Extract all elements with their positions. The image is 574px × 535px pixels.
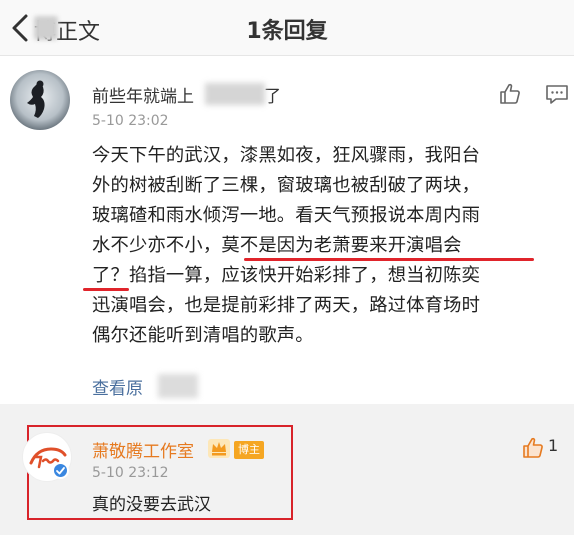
post-body: 今天下午的武汉，漆黑如夜，狂风骤雨，我阳台 外的树被刮断了三棵，窗玻璃也被刮破了… [92,141,562,351]
redaction-blur [158,374,198,398]
post-line: 迅演唱会，也是提前彩排了两天，路过体育场时 [92,295,481,316]
post-timestamp: 5-10 23:02 [92,113,169,129]
post-line: 水不少亦不小，莫不是因为老萧要来开演唱会 [92,235,462,256]
original-post: 前些年就端上了 5-10 23:02 今天下午的武汉，漆黑如夜，狂风骤雨，我阳台… [0,57,574,401]
like-count: 1 [548,436,559,455]
annotation-underline [83,288,129,291]
redaction-blur [205,83,265,105]
post-line: 偶尔还能听到清唱的歌声。 [92,325,314,346]
page-title: 1条回复 [246,19,328,44]
like-icon[interactable] [521,436,545,460]
avatar[interactable] [10,70,70,130]
nav-header: 博正文 1条回复 [0,0,574,56]
reply-timestamp: 5-10 23:12 [92,465,169,481]
post-line: 今天下午的武汉，漆黑如夜，狂风骤雨，我阳台 [92,145,481,166]
like-icon[interactable] [498,82,522,106]
reply-username[interactable]: 萧敬腾工作室 [92,437,194,462]
verified-icon [52,462,69,479]
post-line: 了？掐指一算，应该快开始彩排了，想当初陈奕 [92,265,481,286]
post-line: 玻璃碴和雨水倾泻一地。看天气预报说本周内雨 [92,205,481,226]
comment-icon[interactable] [545,83,569,105]
view-original-link[interactable]: 查看原 [92,374,143,399]
annotation-underline [244,258,534,261]
avatar-image [10,70,70,130]
reply-text: 真的没要去武汉 [92,495,211,515]
owner-badge: 博主 [234,441,264,459]
crown-icon [208,439,230,458]
post-line: 外的树被刮断了三棵，窗玻璃也被刮破了两块， [92,175,481,196]
